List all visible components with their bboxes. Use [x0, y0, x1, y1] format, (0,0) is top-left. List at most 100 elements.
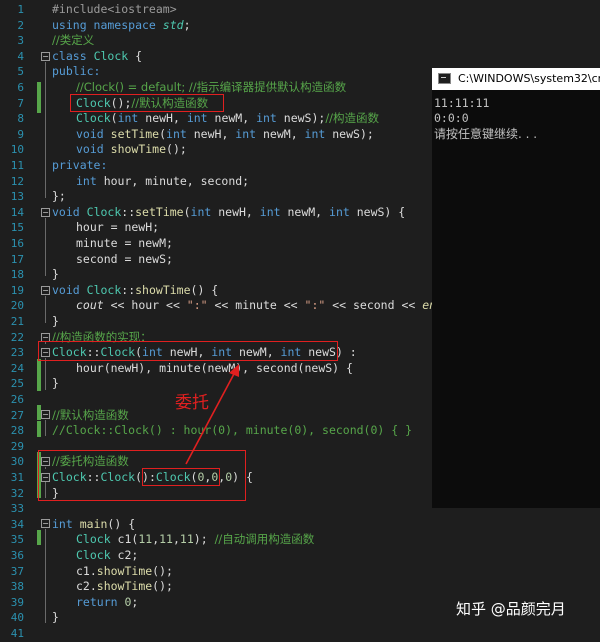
fold-toggle-icon[interactable]: −	[41, 52, 50, 61]
line-number: 32	[10, 486, 24, 500]
code-line-12[interactable]: int hour, minute, second;	[76, 174, 249, 190]
annotation-label: 委托	[175, 393, 209, 413]
punctuation: (	[183, 204, 191, 219]
fold-toggle-icon[interactable]: −	[41, 473, 50, 482]
class-name: Clock	[100, 470, 136, 484]
code-line-17[interactable]: second = newS;	[76, 252, 173, 268]
code-line-37[interactable]: c1.showTime();	[76, 564, 173, 580]
line-number: 14	[10, 205, 24, 219]
code-line-34[interactable]: int main() {	[52, 517, 135, 533]
class-name: Clock	[86, 204, 122, 219]
fold-toggle-icon[interactable]: −	[41, 410, 50, 419]
code-line-2[interactable]: using namespace std;	[52, 18, 191, 34]
code-line-18[interactable]: }	[52, 267, 59, 283]
code-line-6[interactable]: //Clock() = default; //指示编译器提供默认构造函数	[76, 80, 346, 96]
function-name: setTime	[110, 126, 160, 141]
class-name: Clock	[52, 470, 87, 484]
code-line-4[interactable]: class Clock {	[52, 49, 142, 65]
code-line-40[interactable]: }	[52, 610, 59, 626]
punctuation: );	[193, 532, 215, 547]
code-line-38[interactable]: c2.showTime();	[76, 579, 173, 595]
code-line-32[interactable]: }	[52, 486, 59, 502]
code-line-19[interactable]: void Clock::showTime() {	[52, 283, 218, 299]
parameter: newH,	[138, 111, 187, 126]
code-line-7[interactable]: Clock();//默认构造函数	[76, 96, 208, 112]
code-line-15[interactable]: hour = newH;	[76, 220, 159, 236]
fold-toggle-icon[interactable]: −	[41, 519, 50, 528]
number-literal: 11	[159, 532, 173, 547]
code-line-24[interactable]: hour(newH), minute(newM), second(newS) {	[76, 361, 353, 377]
code-line-1[interactable]: #include<iostream>	[52, 2, 177, 18]
cmd-icon	[438, 73, 451, 84]
statement: minute = newM;	[76, 236, 173, 250]
punctuation: () {	[190, 282, 219, 297]
line-number: 15	[10, 221, 24, 235]
access-specifier: private:	[52, 158, 108, 172]
scope-operator: ::	[121, 282, 136, 297]
code-line-3[interactable]: //类定义	[52, 33, 94, 49]
code-line-20[interactable]: cout << hour << ":" << minute << ":" << …	[76, 298, 457, 314]
fold-guide-delegate	[45, 482, 46, 498]
code-line-5[interactable]: public:	[52, 64, 100, 80]
line-number: 29	[10, 439, 24, 453]
code-line-36[interactable]: Clock c2;	[76, 548, 138, 564]
identifier: c1(	[110, 532, 139, 547]
scope-operator: ::	[86, 345, 101, 360]
parameter: newS);	[325, 126, 374, 141]
line-number: 11	[10, 159, 24, 172]
parameter: newS) :	[301, 345, 357, 360]
code-line-8[interactable]: Clock(int newH, int newM, int newS);//构造…	[76, 111, 379, 127]
code-line-16[interactable]: minute = newM;	[76, 236, 173, 252]
console-window[interactable]: C:\WINDOWS\system32\cmd 11:11:11 0:0:0 请…	[432, 68, 600, 508]
code-line-10[interactable]: void showTime();	[76, 142, 187, 158]
console-output-line: 11:11:11	[434, 96, 490, 110]
line-number: 38	[10, 580, 24, 594]
keyword: int	[52, 516, 73, 531]
line-number: 18	[10, 268, 24, 282]
punctuation: (	[110, 111, 118, 126]
fold-toggle-icon[interactable]: −	[41, 286, 50, 295]
code-line-13[interactable]: };	[52, 189, 66, 205]
string-literal: ":"	[186, 298, 208, 313]
fold-toggle-icon[interactable]: −	[41, 208, 50, 217]
punctuation: ():	[135, 470, 156, 484]
fold-guide-default-comment	[45, 420, 46, 436]
change-marker	[37, 359, 41, 391]
line-number: 17	[10, 252, 24, 266]
console-titlebar[interactable]: C:\WINDOWS\system32\cmd	[432, 68, 600, 90]
line-number: 1	[17, 3, 24, 16]
parameter: newS);	[276, 111, 326, 126]
punctuation: ;	[183, 17, 191, 32]
punctuation: () {	[107, 516, 136, 531]
code-line-11[interactable]: private:	[52, 158, 107, 174]
fold-guide-class	[45, 62, 46, 198]
code-line-21[interactable]: }	[52, 314, 59, 330]
function-name: showTime	[135, 282, 191, 297]
keyword: int	[329, 204, 350, 219]
code-line-31[interactable]: Clock::Clock():Clock(0,0,0) {	[52, 470, 253, 486]
class-name: Clock	[86, 282, 122, 297]
console-output-line: 请按任意键继续. . .	[434, 127, 538, 141]
fold-toggle-icon[interactable]: −	[41, 333, 50, 342]
keyword: return	[76, 594, 118, 609]
code-line-22[interactable]: //构造函数的实现：	[52, 330, 152, 346]
member-list: hour, minute, second;	[96, 173, 250, 188]
parameter: newM,	[232, 345, 281, 360]
code-line-14[interactable]: void Clock::setTime(int newH, int newM, …	[52, 205, 405, 221]
code-line-27[interactable]: //默认构造函数	[52, 408, 129, 424]
watermark: 知乎 @品颜完月	[456, 600, 566, 618]
console-title: C:\WINDOWS\system32\cmd	[458, 72, 600, 85]
code-line-9[interactable]: void setTime(int newH, int newM, int new…	[76, 127, 374, 143]
punctuation: }	[52, 267, 59, 282]
line-number: 19	[10, 283, 24, 297]
fold-toggle-icon[interactable]: −	[41, 348, 50, 357]
fold-toggle-icon[interactable]: −	[41, 457, 50, 466]
code-line-30[interactable]: //委托构造函数	[52, 454, 129, 470]
code-line-23[interactable]: Clock::Clock(int newH, int newM, int new…	[52, 345, 357, 361]
code-line-25[interactable]: }	[52, 376, 59, 392]
code-line-35[interactable]: Clock c1(11,11,11); //自动调用构造函数	[76, 532, 314, 548]
keyword: int	[256, 111, 277, 126]
string-literal: ":"	[304, 298, 326, 313]
code-line-28[interactable]: //Clock::Clock() : hour(0), minute(0), s…	[52, 423, 412, 439]
code-line-39[interactable]: return 0;	[76, 595, 138, 611]
